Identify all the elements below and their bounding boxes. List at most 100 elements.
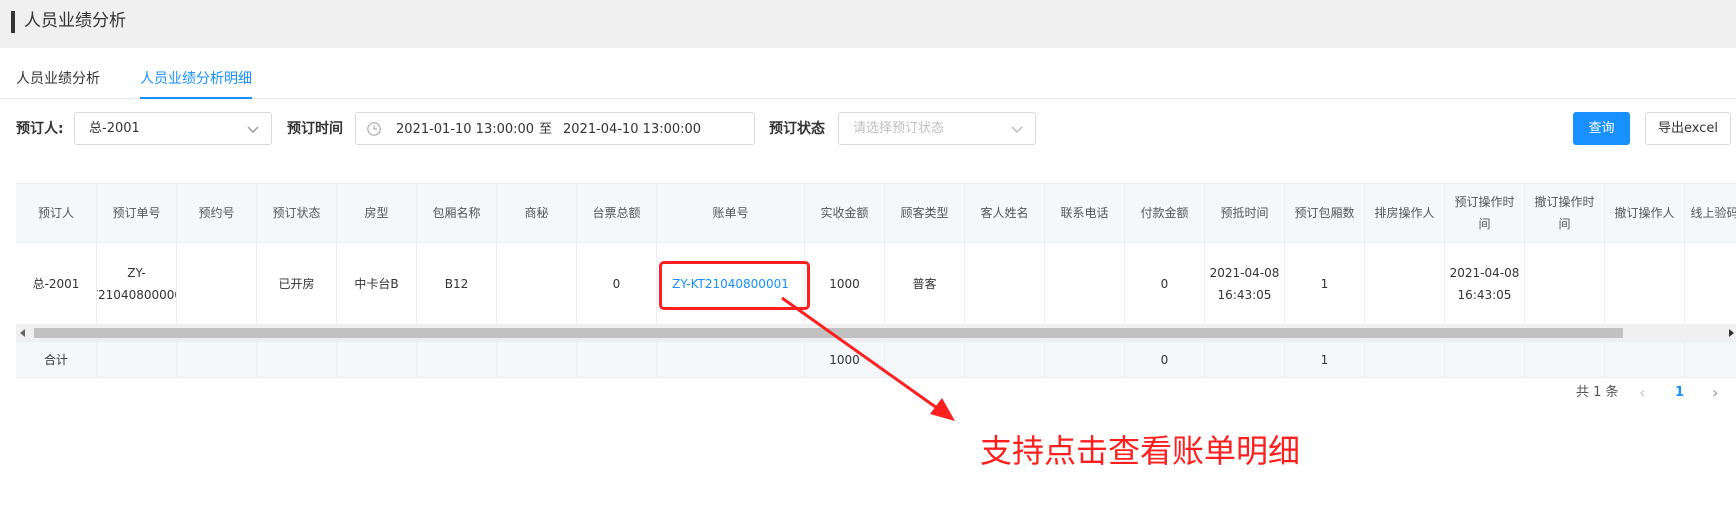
column-header-6: 商秘 [497,184,577,242]
summary-cell-18 [1525,342,1605,377]
summary-cell-2 [177,342,257,377]
table-summary-row: 合计 1000 0 1 [16,341,1736,378]
table-cell-19 [1605,243,1685,324]
column-header-1: 预订单号 [97,184,177,242]
table-cell-14: 2021-04-08 16:43:05 [1205,243,1285,324]
table-cell-12 [1045,243,1125,324]
clock-icon [367,122,381,136]
table-cell-11 [965,243,1045,324]
column-header-4: 房型 [337,184,417,242]
table-cell-20 [1685,243,1736,324]
booking-time-label: 预订时间 [287,121,343,137]
column-header-8: 账单号 [657,184,805,242]
table-cell-17: 2021-04-08 16:43:05 [1445,243,1525,324]
column-header-11: 客人姓名 [965,184,1045,242]
summary-cell-8 [657,342,805,377]
range-separator: 至 [539,122,553,137]
table-cell-9: 1000 [805,243,885,324]
table-cell-1: ZY-YY210408000001 [97,243,177,324]
summary-cell-12 [1045,342,1125,377]
query-button[interactable]: 查询 [1573,112,1630,145]
column-header-15: 预订包厢数 [1285,184,1365,242]
column-header-19: 撤订操作人 [1605,184,1685,242]
summary-cell-3 [257,342,337,377]
summary-cell-15: 1 [1285,342,1365,377]
column-header-0: 预订人 [16,184,97,242]
column-header-5: 包厢名称 [417,184,497,242]
table-cell-16 [1365,243,1445,324]
column-header-9: 实收金额 [805,184,885,242]
table-cell-13: 0 [1125,243,1205,324]
pagination-prev-icon[interactable]: ‹ [1639,384,1645,402]
booker-select[interactable]: 总-2001 [74,112,272,145]
column-header-20: 线上验码 [1685,184,1736,242]
booker-label: 预订人: [16,121,64,137]
chevron-down-icon [1011,126,1023,133]
summary-cell-7 [577,342,657,377]
column-header-13: 付款金额 [1125,184,1205,242]
annotation-highlight-box [659,261,810,310]
booking-status-placeholder: 请选择预订状态 [853,121,945,136]
summary-cell-0: 合计 [16,342,97,377]
column-header-2: 预约号 [177,184,257,242]
tab-performance-detail[interactable]: 人员业绩分析明细 [140,68,252,90]
table-row: 总-2001ZY-YY210408000001已开房中卡台BB120ZY-KT2… [16,243,1736,325]
detail-table: 预订人 预订单号 预约号 预订状态 房型 包厢名称 商秘 台票总额 账单号 实收金额 顾客类型 客人姓… [16,183,1736,378]
summary-cell-5 [417,342,497,377]
table-cell-15: 1 [1285,243,1365,324]
chevron-down-icon [247,126,259,133]
scroll-right-arrow-icon[interactable] [1729,329,1734,337]
table-header: 预订人 预订单号 预约号 预订状态 房型 包厢名称 商秘 台票总额 账单号 实收金额 顾客类型 客人姓… [16,183,1736,243]
booker-select-value: 总-2001 [89,121,140,136]
app-root: 人员业绩分析 人员业绩分析 人员业绩分析明细 预订人: 总-2001 预订时间 … [0,0,1736,529]
summary-cell-11 [965,342,1045,377]
summary-cell-6 [497,342,577,377]
summary-cell-17 [1445,342,1525,377]
column-header-7: 台票总额 [577,184,657,242]
title-accent-bar [11,11,15,33]
horizontal-scrollbar[interactable] [16,325,1736,341]
booking-status-select[interactable]: 请选择预订状态 [838,112,1036,145]
summary-cell-14 [1205,342,1285,377]
column-header-18: 撤订操作时间 [1525,184,1605,242]
summary-cell-9: 1000 [805,342,885,377]
column-header-14: 预抵时间 [1205,184,1285,242]
table-cell-3: 已开房 [257,243,337,324]
annotation-text: 支持点击查看账单明细 [980,432,1301,470]
summary-cell-1 [97,342,177,377]
booking-status-label: 预订状态 [769,121,825,137]
column-header-3: 预订状态 [257,184,337,242]
export-excel-button[interactable]: 导出excel [1645,112,1731,145]
table-cell-6 [497,243,577,324]
summary-cell-13: 0 [1125,342,1205,377]
summary-cell-20 [1685,342,1736,377]
table-cell-2 [177,243,257,324]
table-cell-10: 普客 [885,243,965,324]
table-cell-18 [1525,243,1605,324]
summary-cell-4 [337,342,417,377]
scroll-left-arrow-icon[interactable] [20,329,25,337]
pagination-next-icon[interactable]: › [1712,384,1718,402]
tab-performance-analysis[interactable]: 人员业绩分析 [16,68,100,90]
pagination-total: 共 1 条 [1576,385,1619,400]
page-title: 人员业绩分析 [24,11,126,31]
column-header-12: 联系电话 [1045,184,1125,242]
column-header-17: 预订操作时间 [1445,184,1525,242]
booking-time-range-picker[interactable]: 2021-01-10 13:00:00 至 2021-04-10 13:00:0… [355,112,755,145]
table-cell-4: 中卡台B [337,243,417,324]
column-header-10: 顾客类型 [885,184,965,242]
summary-cell-10 [885,342,965,377]
pagination-current-page[interactable]: 1 [1675,383,1684,403]
scrollbar-thumb[interactable] [34,328,1623,338]
range-start-date[interactable]: 2021-01-10 13:00:00 [396,120,534,140]
tab-bar: 人员业绩分析 人员业绩分析明细 [0,64,1736,99]
summary-cell-19 [1605,342,1685,377]
column-header-16: 排房操作人 [1365,184,1445,242]
active-tab-indicator [140,97,252,99]
table-cell-7: 0 [577,243,657,324]
range-end-date[interactable]: 2021-04-10 13:00:00 [563,120,701,140]
table-cell-5: B12 [417,243,497,324]
table-cell-0: 总-2001 [16,243,97,324]
page-header: 人员业绩分析 [0,0,1736,48]
summary-cell-16 [1365,342,1445,377]
